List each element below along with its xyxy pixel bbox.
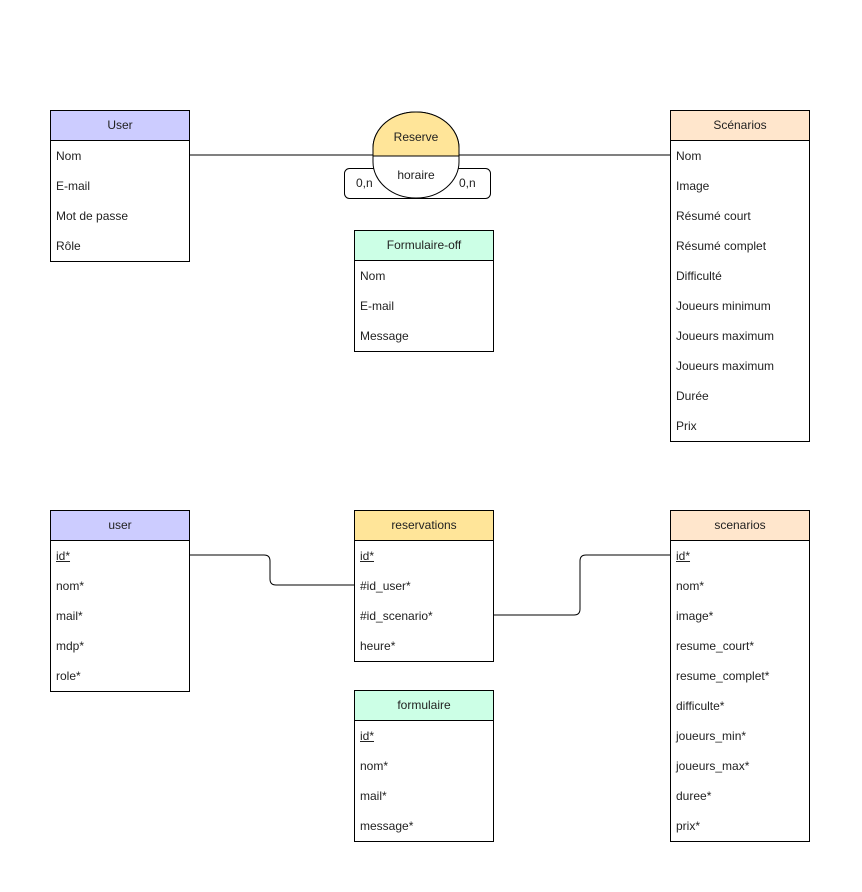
column-prix: prix* — [676, 819, 701, 833]
column-id-user-foreign-key: #id_user* — [360, 579, 411, 593]
column-resume-court: resume_court* — [676, 639, 755, 653]
reserve-cardinality-right: 0,n — [459, 176, 476, 190]
reserve-title: Reserve — [393, 130, 439, 144]
column-joueurs-max: joueurs_max* — [676, 759, 750, 773]
column-role: role* — [56, 669, 81, 683]
column-difficulte: difficulte* — [676, 699, 725, 713]
field-prix: Prix — [676, 419, 697, 433]
field-role: Rôle — [56, 239, 81, 253]
entity-user-conceptual: User Nom E-mail Mot de passe Rôle — [50, 110, 190, 262]
field-email: E-mail — [360, 299, 395, 313]
field-email: E-mail — [56, 179, 91, 193]
column-resume-complet: resume_complet* — [676, 669, 770, 683]
field-nom: Nom — [360, 269, 386, 283]
user-reservations-relation — [190, 554, 354, 586]
column-id-primary-key: id* — [56, 549, 71, 563]
entity-title: Scénarios — [671, 111, 809, 141]
entity-title: User — [51, 111, 189, 141]
field-resume-court: Résumé court — [676, 209, 751, 223]
field-joueurs-maximum-2: Joueurs maximum — [676, 359, 775, 373]
table-scenarios: scenarios id* nom* image* resume_court* … — [670, 510, 810, 842]
field-resume-complet: Résumé complet — [676, 239, 767, 253]
entity-scenarios-conceptual: Scénarios Nom Image Résumé court Résumé … — [670, 110, 810, 442]
table-title: scenarios — [671, 511, 809, 541]
entity-title: Formulaire-off — [355, 231, 493, 261]
column-mail: mail* — [56, 609, 83, 623]
table-reservations: reservations id* #id_user* #id_scenario*… — [354, 510, 494, 662]
field-nom: Nom — [676, 149, 702, 163]
column-mail: mail* — [360, 789, 387, 803]
column-joueurs-min: joueurs_min* — [676, 729, 747, 743]
column-nom: nom* — [676, 579, 705, 593]
column-id-primary-key: id* — [676, 549, 691, 563]
field-joueurs-maximum: Joueurs maximum — [676, 329, 775, 343]
table-title: formulaire — [355, 691, 493, 721]
column-mdp: mdp* — [56, 639, 85, 653]
column-image: image* — [676, 609, 714, 623]
column-id-primary-key: id* — [360, 549, 375, 563]
field-difficulte: Difficulté — [676, 269, 722, 283]
column-id-scenario-foreign-key: #id_scenario* — [360, 609, 433, 623]
entity-formulaire-conceptual: Formulaire-off Nom E-mail Message — [354, 230, 494, 352]
column-nom: nom* — [56, 579, 85, 593]
field-nom: Nom — [56, 149, 82, 163]
column-id-primary-key: id* — [360, 729, 375, 743]
field-mot-de-passe: Mot de passe — [56, 209, 129, 223]
table-formulaire: formulaire id* nom* mail* message* — [354, 690, 494, 842]
column-message: message* — [360, 819, 414, 833]
table-title: reservations — [355, 511, 493, 541]
table-user: user id* nom* mail* mdp* role* — [50, 510, 190, 692]
column-nom: nom* — [360, 759, 389, 773]
column-heure: heure* — [360, 639, 396, 653]
column-duree: duree* — [676, 789, 712, 803]
reserve-attribute: horaire — [397, 168, 435, 182]
field-joueurs-minimum: Joueurs minimum — [676, 299, 771, 313]
field-image: Image — [676, 179, 710, 193]
field-duree: Durée — [676, 389, 709, 403]
field-message: Message — [360, 329, 409, 343]
reserve-cardinality-left: 0,n — [356, 176, 373, 190]
scenarios-reservations-relation — [494, 554, 670, 616]
table-title: user — [51, 511, 189, 541]
